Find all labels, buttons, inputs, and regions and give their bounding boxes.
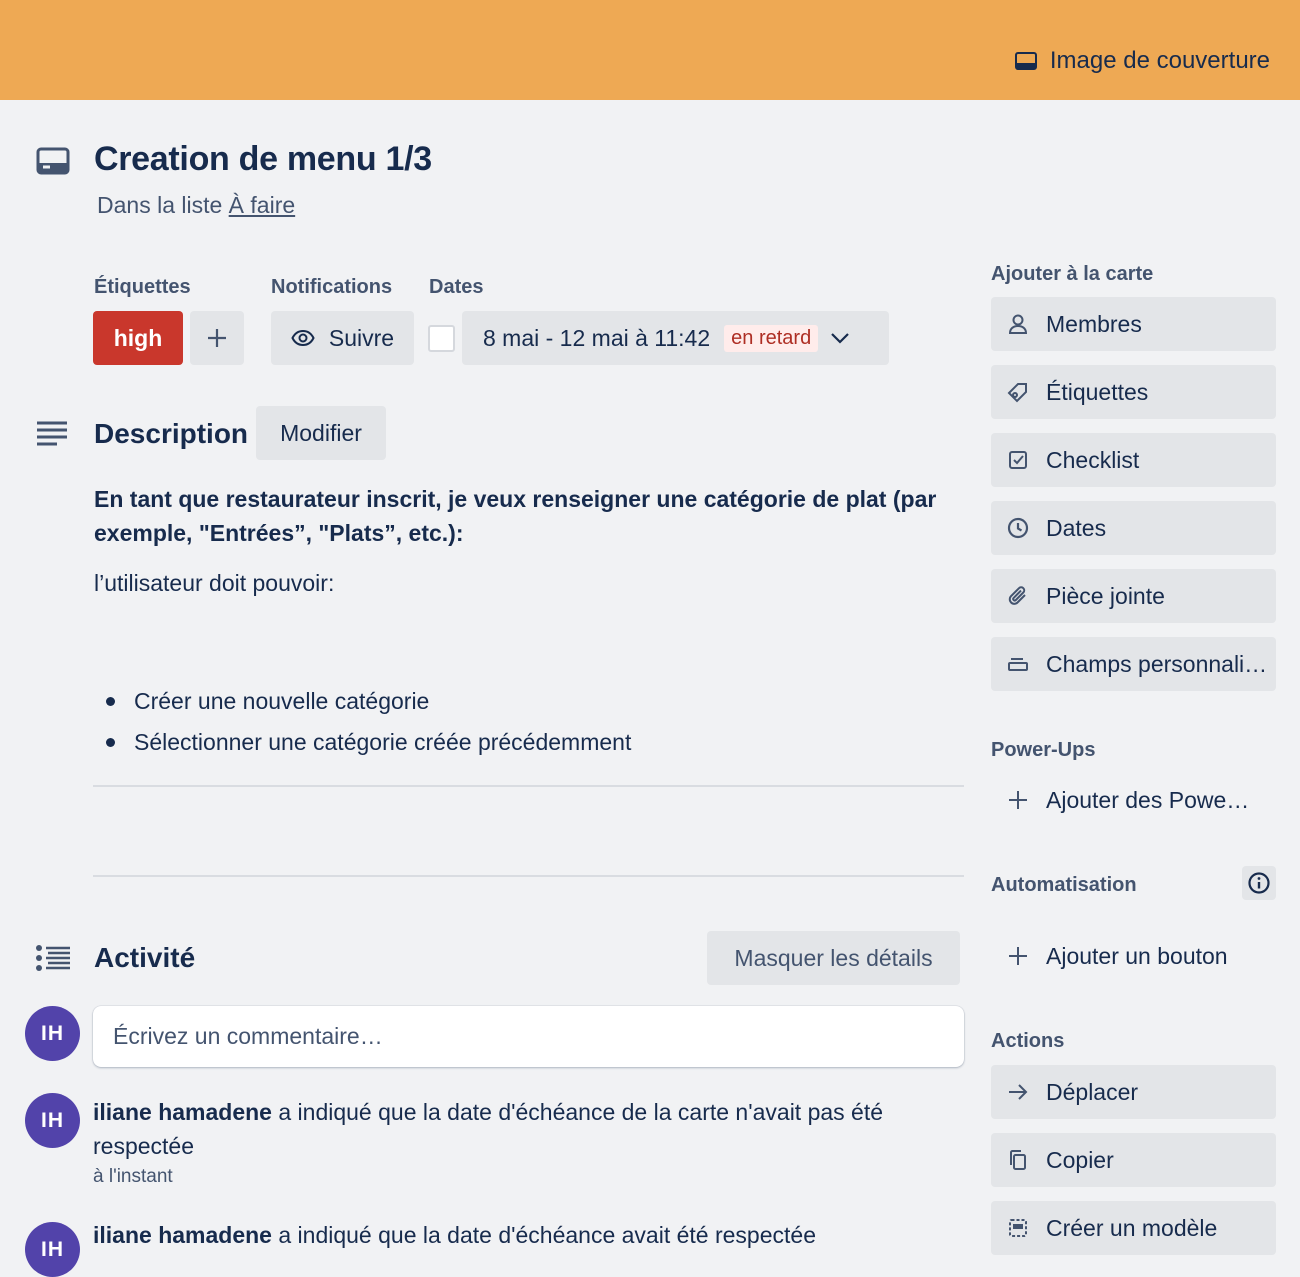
list-prefix: Dans la liste — [97, 192, 229, 218]
avatar[interactable]: IH — [25, 1093, 80, 1148]
custom-fields-icon — [1008, 658, 1028, 671]
add-powerups-button[interactable]: Ajouter des Powe… — [991, 773, 1276, 827]
due-date-checkbox[interactable] — [428, 325, 455, 352]
copy-icon — [1010, 1150, 1026, 1170]
divider — [93, 785, 964, 787]
avatar[interactable]: IH — [25, 1222, 80, 1277]
cover-image-button[interactable]: Image de couverture — [1014, 44, 1270, 78]
info-icon — [1248, 872, 1270, 894]
dates-sidebar-button[interactable]: Dates — [991, 501, 1276, 555]
add-powerups-label: Ajouter des Powe… — [1046, 786, 1250, 813]
list-item: Sélectionner une catégorie créée précéde… — [106, 721, 631, 762]
automation-heading: Automatisation — [991, 874, 1137, 896]
labels-heading: Étiquettes — [94, 276, 191, 298]
template-icon — [1009, 1219, 1027, 1237]
paperclip-icon — [1008, 586, 1026, 605]
add-button-label: Ajouter un bouton — [1046, 942, 1228, 969]
cover-icon — [1014, 52, 1037, 70]
create-template-label: Créer un modèle — [1046, 1214, 1218, 1241]
overdue-badge: en retard — [724, 324, 819, 352]
dates-button[interactable]: 8 mai - 12 mai à 11:42 en retard — [462, 311, 889, 365]
create-template-button[interactable]: Créer un modèle — [991, 1201, 1276, 1255]
members-label: Membres — [1046, 310, 1142, 337]
dates-heading: Dates — [429, 276, 484, 298]
eye-icon — [291, 329, 315, 347]
powerups-heading: Power-Ups — [991, 739, 1096, 761]
add-button-button[interactable]: Ajouter un bouton — [991, 929, 1276, 983]
avatar[interactable]: IH — [25, 1006, 80, 1061]
activity-entry: iliane hamadene a indiqué que la date d'… — [93, 1095, 963, 1163]
tag-icon — [1007, 383, 1027, 403]
activity-entry: iliane hamadene a indiqué que la date d'… — [93, 1218, 963, 1252]
members-button[interactable]: Membres — [991, 297, 1276, 351]
clock-icon — [1007, 517, 1029, 539]
activity-heading: Activité — [94, 942, 196, 973]
checklist-button[interactable]: Checklist — [991, 433, 1276, 487]
activity-user[interactable]: iliane hamadene — [93, 1222, 272, 1248]
move-label: Déplacer — [1046, 1078, 1139, 1105]
description-text: l’utilisateur doit pouvoir: — [94, 570, 335, 596]
actions-heading: Actions — [991, 1030, 1065, 1052]
list-link[interactable]: À faire — [229, 192, 295, 218]
activity-time[interactable]: à l'instant — [93, 1166, 173, 1188]
hide-details-button[interactable]: Masquer les détails — [707, 931, 960, 985]
card-icon — [36, 147, 70, 175]
description-bold-text: En tant que restaurateur inscrit, je veu… — [94, 486, 937, 546]
cover-button-label: Image de couverture — [1049, 47, 1270, 74]
activity-action: a indiqué que la date d'échéance avait é… — [271, 1222, 816, 1248]
arrow-right-icon — [1009, 1084, 1028, 1100]
description-icon — [37, 421, 67, 446]
description-bullets: Créer une nouvelle catégorie Sélectionne… — [106, 680, 631, 762]
labels-button[interactable]: Étiquettes — [991, 365, 1276, 419]
edit-description-button[interactable]: Modifier — [256, 406, 386, 460]
copy-button[interactable]: Copier — [991, 1133, 1276, 1187]
add-label-button[interactable] — [190, 311, 244, 365]
attachment-button[interactable]: Pièce jointe — [991, 569, 1276, 623]
divider — [93, 875, 964, 877]
comment-input[interactable]: Écrivez un commentaire… — [93, 1006, 964, 1067]
watch-label: Suivre — [328, 324, 395, 351]
person-icon — [1008, 314, 1028, 334]
custom-fields-button[interactable]: Champs personnali… — [991, 637, 1276, 691]
attachment-label: Pièce jointe — [1046, 582, 1165, 609]
labels-label: Étiquettes — [1046, 378, 1149, 405]
checklist-icon — [1009, 451, 1027, 469]
description-heading: Description — [94, 418, 249, 449]
date-range: 8 mai - 12 mai à 11:42 — [483, 324, 711, 351]
checklist-label: Checklist — [1046, 446, 1140, 473]
cover-banner: Image de couverture — [0, 0, 1300, 100]
automation-info-button[interactable] — [1242, 866, 1276, 900]
activity-icon — [36, 945, 70, 971]
watch-button[interactable]: Suivre — [271, 311, 414, 365]
chevron-down-icon — [831, 333, 849, 344]
notifications-heading: Notifications — [271, 276, 393, 298]
plus-icon — [1009, 791, 1027, 809]
custom-fields-label: Champs personnali… — [1046, 650, 1268, 677]
activity-user[interactable]: iliane hamadene — [93, 1099, 272, 1125]
list-item: Créer une nouvelle catégorie — [106, 680, 631, 721]
plus-icon — [208, 329, 226, 347]
dates-label: Dates — [1046, 514, 1107, 541]
add-to-card-heading: Ajouter à la carte — [991, 263, 1154, 285]
label-high[interactable]: high — [93, 311, 183, 365]
card-list-info: Dans la liste À faire — [97, 192, 295, 219]
card-title[interactable]: Creation de menu 1/3 — [94, 140, 432, 179]
plus-icon — [1009, 947, 1027, 965]
copy-label: Copier — [1046, 1146, 1114, 1173]
move-button[interactable]: Déplacer — [991, 1065, 1276, 1119]
